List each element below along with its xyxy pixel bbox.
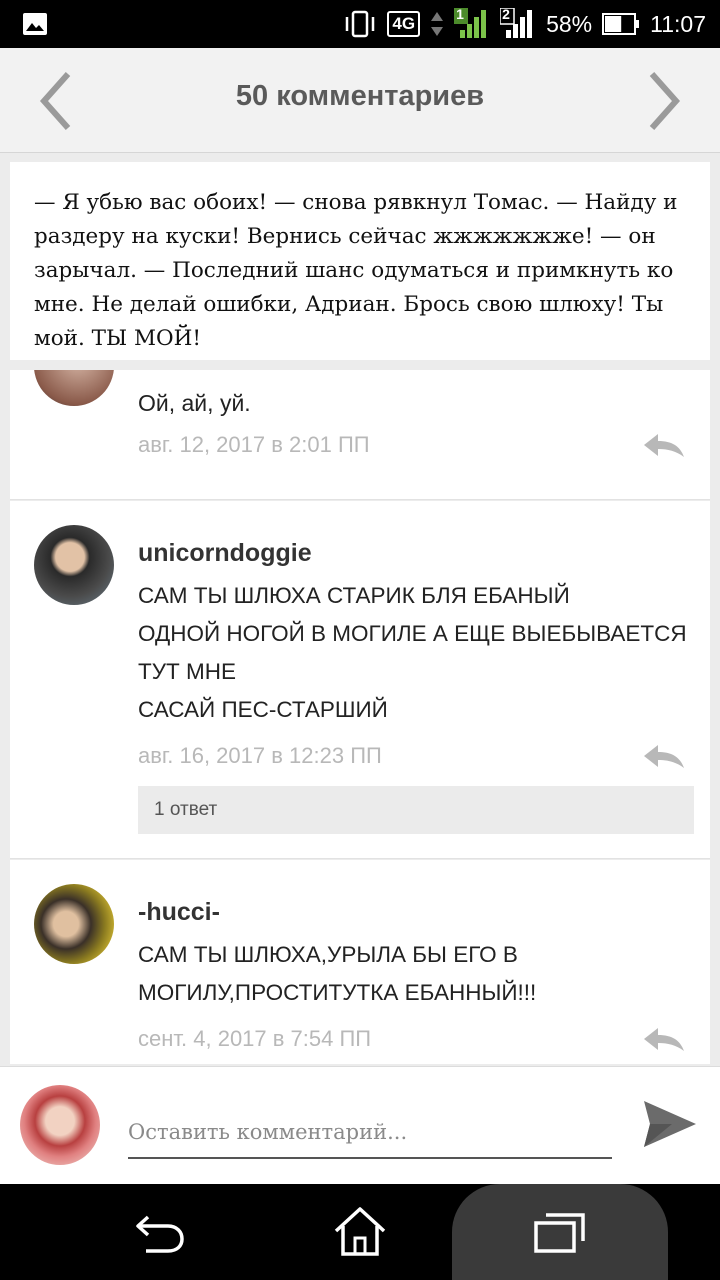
- comment-date: авг. 16, 2017 в 12:23 ПП: [138, 743, 382, 768]
- home-icon: [334, 1207, 386, 1256]
- avatar[interactable]: [34, 525, 114, 605]
- vibrate-icon: [346, 10, 375, 38]
- avatar[interactable]: [34, 370, 114, 406]
- comment-list[interactable]: Ой, ай, уй. авг. 12, 2017 в 2:01 ПП unic…: [10, 370, 710, 1064]
- comment-date: авг. 12, 2017 в 2:01 ПП: [138, 432, 370, 457]
- avatar: [20, 1085, 100, 1165]
- comment-text: САМ ТЫ ШЛЮХА СТАРИК БЛЯ ЕБАНЫЙ ОДНОЙ НОГ…: [138, 583, 687, 722]
- comment-item: unicorndoggie САМ ТЫ ШЛЮХА СТАРИК БЛЯ ЕБ…: [10, 501, 710, 859]
- comment-input[interactable]: [128, 1107, 612, 1159]
- clock: 11:07: [650, 10, 706, 37]
- signal-icon: 2: [499, 6, 536, 40]
- chevron-right-icon[interactable]: [644, 70, 684, 132]
- comment-item: -hucci- САМ ТЫ ШЛЮХА,УРЫЛА БЫ ЕГО В МОГИ…: [10, 860, 710, 1064]
- comment-composer: [0, 1066, 720, 1185]
- network-type: 4G: [387, 11, 421, 37]
- page-title: 50 комментариев: [235, 80, 485, 112]
- replies-button[interactable]: 1 ответ: [138, 786, 694, 834]
- comment-item: Ой, ай, уй. авг. 12, 2017 в 2:01 ПП: [10, 370, 710, 500]
- reply-icon[interactable]: [642, 743, 686, 769]
- battery-percent: 58%: [546, 10, 593, 37]
- battery-icon: [602, 13, 640, 35]
- reply-icon[interactable]: [642, 432, 686, 458]
- recent-apps-button[interactable]: [452, 1184, 668, 1280]
- comment-date: сент. 4, 2017 в 7:54 ПП: [138, 1026, 372, 1051]
- send-icon[interactable]: [642, 1097, 698, 1151]
- comments-header: 50 комментариев: [0, 48, 720, 153]
- comment-author[interactable]: -hucci-: [138, 898, 220, 927]
- back-button[interactable]: [112, 1184, 208, 1280]
- back-icon: [136, 1215, 184, 1253]
- sim2-label: 2: [502, 6, 510, 22]
- comment-text: САМ ТЫ ШЛЮХА,УРЫЛА БЫ ЕГО В МОГИЛУ,ПРОСТ…: [138, 942, 537, 1005]
- status-bar: 4G 1 2 58% 11:07: [0, 0, 720, 48]
- system-nav-bar: [0, 1184, 720, 1280]
- sim1-label: 1: [456, 6, 464, 22]
- signal-icon: 1: [454, 6, 490, 40]
- recent-apps-icon: [534, 1213, 585, 1253]
- reply-icon[interactable]: [642, 1026, 686, 1052]
- avatar[interactable]: [34, 884, 114, 964]
- home-button[interactable]: [312, 1184, 408, 1280]
- quoted-passage: — Я убью вас обоих! — снова рявкнул Тома…: [10, 162, 710, 360]
- comment-author[interactable]: unicorndoggie: [138, 539, 312, 568]
- comment-text: Ой, ай, уй.: [138, 390, 251, 416]
- gallery-icon: [23, 13, 47, 35]
- data-arrows-icon: [431, 12, 444, 36]
